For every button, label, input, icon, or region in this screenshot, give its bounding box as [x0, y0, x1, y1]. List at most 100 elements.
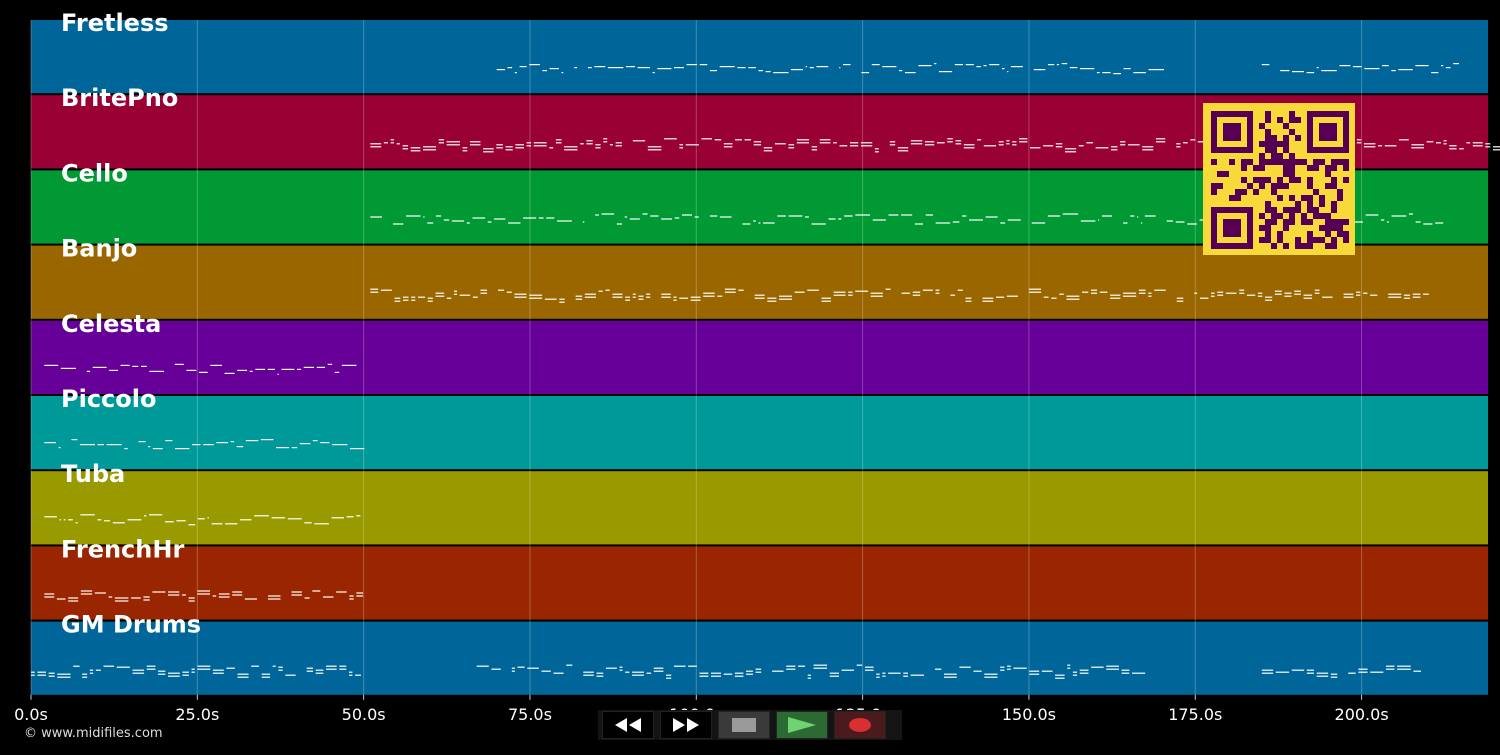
note-mark	[232, 591, 243, 593]
note-mark	[249, 370, 253, 372]
note-mark	[1140, 222, 1143, 224]
note-mark	[717, 295, 723, 297]
note-mark	[322, 596, 334, 598]
note-mark	[507, 67, 513, 69]
note-mark	[1055, 677, 1065, 679]
note-mark	[564, 146, 578, 148]
note-mark	[674, 217, 680, 219]
note-mark	[734, 675, 744, 677]
note-mark	[402, 296, 409, 298]
note-mark	[519, 66, 527, 68]
note-mark	[188, 524, 196, 526]
note-mark	[595, 147, 601, 149]
note-mark	[186, 369, 197, 371]
note-mark	[80, 514, 95, 516]
note-mark	[370, 288, 379, 290]
track-name: Piccolo	[61, 385, 156, 413]
note-mark	[595, 214, 599, 216]
note-mark	[786, 665, 796, 667]
note-mark	[1472, 145, 1483, 147]
note-mark	[527, 667, 539, 669]
note-mark	[605, 289, 610, 291]
note-mark	[472, 296, 478, 298]
note-mark	[1291, 71, 1304, 73]
note-mark	[582, 221, 585, 223]
note-mark	[1072, 674, 1078, 676]
note-mark	[104, 520, 111, 522]
note-mark	[143, 596, 150, 598]
note-mark	[557, 220, 572, 222]
note-mark	[686, 64, 698, 66]
note-mark	[182, 674, 189, 676]
note-mark	[595, 144, 601, 146]
note-mark	[934, 63, 937, 65]
note-mark	[1019, 141, 1028, 143]
note-mark	[1391, 215, 1407, 217]
note-mark	[132, 365, 139, 367]
note-mark	[1436, 142, 1441, 144]
fast-forward-button[interactable]	[660, 711, 712, 739]
note-mark	[1294, 293, 1301, 295]
note-mark	[965, 64, 974, 66]
note-mark	[210, 364, 222, 366]
note-mark	[829, 672, 839, 674]
note-mark	[984, 676, 998, 678]
note-mark	[73, 665, 80, 667]
note-mark	[1386, 221, 1389, 223]
note-mark	[236, 446, 244, 448]
note-mark	[1111, 149, 1118, 151]
note-mark	[44, 596, 55, 598]
note-mark	[796, 142, 810, 144]
note-mark	[882, 672, 886, 674]
note-mark	[158, 673, 166, 675]
play-button[interactable]	[776, 711, 828, 739]
note-mark	[451, 220, 465, 222]
note-mark	[287, 518, 302, 520]
note-mark	[583, 674, 594, 676]
note-mark	[349, 674, 353, 676]
note-mark	[82, 676, 88, 678]
play-icon	[788, 717, 816, 733]
note-mark	[529, 297, 543, 299]
note-mark	[514, 72, 517, 74]
note-mark	[427, 297, 433, 299]
note-mark	[625, 66, 635, 68]
note-mark	[1316, 675, 1329, 677]
note-mark	[719, 216, 732, 218]
note-mark	[267, 598, 281, 600]
note-mark	[1000, 666, 1005, 668]
note-mark	[1055, 146, 1063, 148]
note-mark	[405, 215, 421, 217]
note-mark	[355, 674, 361, 676]
note-mark	[1047, 215, 1061, 217]
record-button[interactable]	[834, 711, 886, 739]
note-mark	[315, 672, 324, 674]
note-mark	[1378, 145, 1383, 147]
stop-button[interactable]	[718, 711, 770, 739]
note-mark	[92, 366, 107, 368]
note-mark	[1391, 70, 1396, 72]
note-mark	[977, 139, 982, 141]
rewind-button[interactable]	[602, 711, 654, 739]
note-mark	[44, 516, 57, 518]
note-mark	[1257, 292, 1263, 294]
note-mark	[237, 369, 248, 371]
note-mark	[603, 138, 608, 140]
track-name: Banjo	[61, 235, 137, 263]
note-mark	[1294, 290, 1301, 292]
note-mark	[1356, 291, 1361, 293]
note-mark	[703, 292, 715, 294]
note-mark	[856, 664, 863, 666]
note-mark	[632, 296, 636, 298]
note-mark	[1043, 145, 1054, 147]
track-lane	[31, 471, 1488, 545]
note-mark	[97, 519, 102, 521]
note-mark	[82, 673, 88, 675]
note-mark	[149, 514, 163, 516]
note-mark	[833, 291, 846, 293]
time-tick-label: 150.0s	[1002, 705, 1056, 724]
note-mark	[685, 144, 699, 146]
note-mark	[435, 292, 445, 294]
note-mark	[944, 673, 957, 675]
note-mark	[291, 594, 302, 596]
